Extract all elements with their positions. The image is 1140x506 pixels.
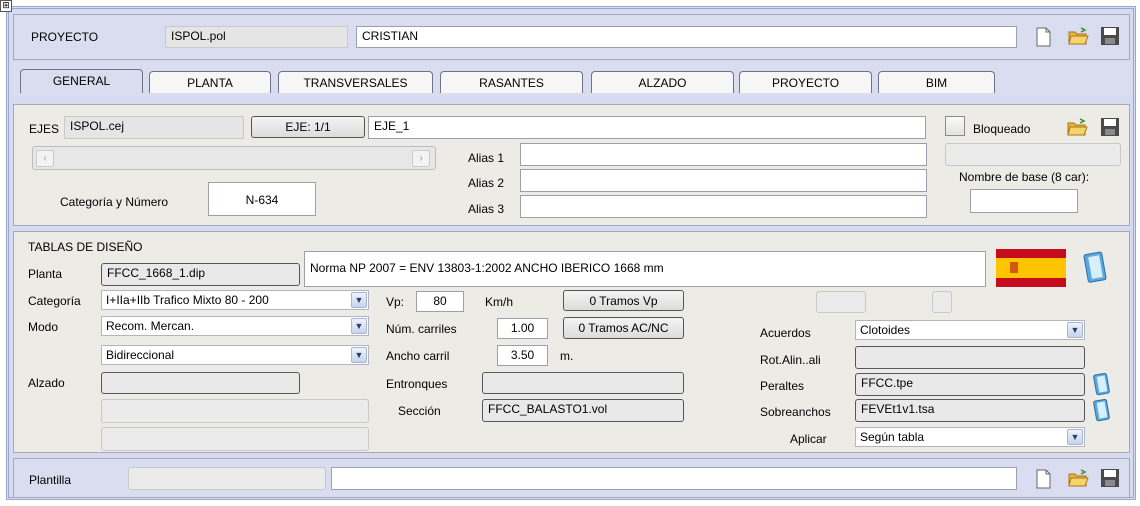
- tramos-acnc-button[interactable]: 0 Tramos AC/NC: [563, 317, 684, 339]
- categoria-label: Categoría: [28, 294, 81, 308]
- categoria-numero-field[interactable]: N-634: [208, 182, 316, 216]
- sobreanchos-label: Sobreanchos: [760, 405, 831, 419]
- alzado-extra-field-1: [101, 399, 369, 423]
- tab-bim[interactable]: BIM: [878, 71, 995, 93]
- ancho-carril-field[interactable]: 3.50: [497, 345, 548, 366]
- acuerdos-select[interactable]: Clotoides ▼: [855, 320, 1085, 340]
- plantilla-save-icon[interactable]: [1099, 467, 1121, 489]
- plantilla-field[interactable]: [128, 467, 326, 490]
- alias3-field[interactable]: [520, 195, 927, 218]
- tab-alzado[interactable]: ALZADO: [591, 71, 734, 93]
- chevron-down-icon[interactable]: ▼: [351, 292, 367, 308]
- tramos-vp-button[interactable]: 0 Tramos Vp: [563, 290, 684, 311]
- seccion-field[interactable]: FFCC_BALASTO1.vol: [482, 399, 684, 422]
- tab-rasantes[interactable]: RASANTES: [440, 71, 583, 93]
- entronques-label: Entronques: [386, 377, 448, 391]
- blank-field-small: [816, 291, 866, 313]
- nombre-base-field[interactable]: [970, 189, 1078, 213]
- carriles-label: Núm. carriles: [386, 322, 457, 336]
- vp-label: Vp:: [386, 295, 405, 309]
- planta-file-field[interactable]: FFCC_1668_1.dip: [101, 263, 300, 286]
- categoria-select[interactable]: I+IIa+IIb Trafico Mixto 80 - 200 ▼: [101, 290, 369, 310]
- ejes-blank-field: [945, 143, 1121, 166]
- acuerdos-select-value: Clotoides: [860, 323, 911, 337]
- tab-proyecto[interactable]: PROYECTO: [739, 71, 872, 93]
- vp-field[interactable]: 80: [416, 291, 464, 312]
- aplicar-select[interactable]: Según tabla ▼: [855, 427, 1085, 447]
- alias2-field[interactable]: [520, 169, 927, 192]
- rot-alin-label: Rot.Alin..ali: [760, 353, 821, 367]
- bloqueado-label: Bloqueado: [973, 122, 1031, 136]
- vp-unit: Km/h: [485, 295, 514, 309]
- eje-selector-button[interactable]: EJE: 1/1: [251, 116, 365, 138]
- ejes-save-icon[interactable]: [1099, 116, 1121, 138]
- proyecto-file-field[interactable]: ISPOL.pol: [165, 26, 348, 48]
- ancho-carril-unit: m.: [560, 349, 574, 363]
- modo-select[interactable]: Recom. Mercan. ▼: [101, 316, 369, 336]
- plantilla-label: Plantilla: [29, 473, 72, 487]
- categoria-select-value: I+IIa+IIb Trafico Mixto 80 - 200: [106, 293, 269, 307]
- plantilla-open-folder-icon[interactable]: [1067, 467, 1089, 489]
- norma-field: Norma NP 2007 = ENV 13803-1:2002 ANCHO I…: [304, 251, 986, 287]
- sobreanchos-notebook-icon[interactable]: [1093, 398, 1111, 422]
- planta-label: Planta: [28, 267, 63, 281]
- entronques-field[interactable]: [482, 372, 684, 394]
- ejes-open-folder-icon[interactable]: [1066, 116, 1088, 138]
- alias2-label: Alias 2: [468, 176, 505, 190]
- proyecto-label: PROYECTO: [31, 30, 99, 44]
- tablas-title: TABLAS DE DISEÑO: [28, 240, 143, 254]
- alzado-field[interactable]: [101, 372, 300, 394]
- aplicar-label: Aplicar: [790, 432, 827, 446]
- notebook-icon[interactable]: [1083, 250, 1109, 284]
- modo-select-value: Recom. Mercan.: [106, 319, 195, 333]
- aplicar-select-value: Según tabla: [860, 430, 925, 444]
- carriles-field[interactable]: 1.00: [497, 318, 548, 339]
- sobreanchos-field[interactable]: FEVEt1v1.tsa: [855, 399, 1085, 422]
- seccion-label: Sección: [398, 404, 441, 418]
- peraltes-notebook-icon[interactable]: [1093, 372, 1111, 396]
- chevron-down-icon[interactable]: ▼: [1067, 322, 1083, 338]
- tab-transversales[interactable]: TRANSVERSALES: [278, 71, 433, 93]
- alias1-field[interactable]: [520, 143, 927, 166]
- ejes-file-field[interactable]: ISPOL.cej: [64, 116, 244, 139]
- eje-name-field[interactable]: EJE_1: [368, 116, 926, 139]
- tab-planta[interactable]: PLANTA: [149, 71, 271, 93]
- spain-flag-icon: [996, 249, 1066, 287]
- plantilla-path-field[interactable]: [331, 467, 1017, 490]
- pin-icon[interactable]: ⊞: [0, 0, 12, 12]
- alias1-label: Alias 1: [468, 151, 505, 165]
- direccion-select-value: Bidireccional: [106, 348, 175, 362]
- nombre-base-label: Nombre de base (8 car):: [959, 170, 1090, 184]
- open-folder-icon[interactable]: [1067, 25, 1089, 47]
- ejes-scrollbar[interactable]: [32, 146, 436, 170]
- chevron-down-icon[interactable]: ▼: [351, 318, 367, 334]
- tab-general[interactable]: GENERAL: [20, 69, 143, 93]
- alzado-label: Alzado: [28, 376, 65, 390]
- direccion-select[interactable]: Bidireccional ▼: [101, 345, 369, 365]
- proyecto-author-field[interactable]: CRISTIAN: [356, 26, 1017, 48]
- alzado-extra-field-2: [101, 427, 369, 451]
- blank-square-field: [932, 291, 952, 313]
- modo-label: Modo: [28, 320, 59, 334]
- ejes-label: EJES: [29, 122, 60, 136]
- peraltes-label: Peraltes: [760, 379, 805, 393]
- acuerdos-label: Acuerdos: [760, 326, 811, 340]
- save-icon[interactable]: [1099, 25, 1121, 47]
- categoria-numero-label: Categoría y Número: [60, 195, 169, 209]
- ancho-carril-label: Ancho carril: [386, 349, 450, 363]
- plantilla-new-file-icon[interactable]: [1032, 468, 1054, 490]
- peraltes-field[interactable]: FFCC.tpe: [855, 373, 1085, 396]
- chevron-down-icon[interactable]: ▼: [351, 347, 367, 363]
- rot-alin-field[interactable]: [855, 346, 1085, 369]
- new-file-icon[interactable]: [1032, 26, 1054, 48]
- scroll-left-icon[interactable]: ‹: [36, 150, 54, 167]
- bloqueado-checkbox[interactable]: [945, 116, 965, 136]
- chevron-down-icon[interactable]: ▼: [1067, 429, 1083, 445]
- alias3-label: Alias 3: [468, 202, 505, 216]
- scroll-right-icon[interactable]: ›: [412, 150, 430, 167]
